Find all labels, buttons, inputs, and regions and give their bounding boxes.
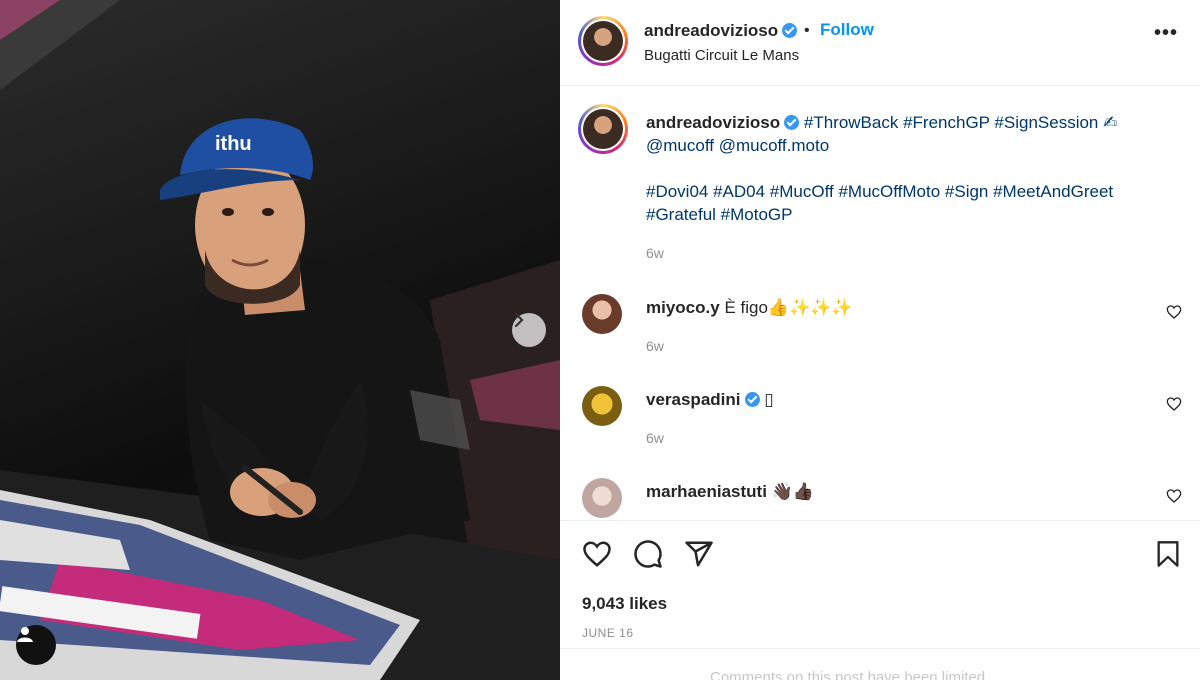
heart-icon[interactable] [1166, 396, 1182, 412]
caption-hashtags-1[interactable]: #ThrowBack #FrenchGP #SignSession ✍ [804, 113, 1117, 132]
share-icon[interactable] [684, 539, 714, 569]
verified-icon [744, 392, 760, 407]
photo-illustration: ithu [0, 0, 560, 680]
comment-avatar[interactable] [582, 386, 622, 426]
comment-text: marhaeniastuti 👋🏿👍🏿 [646, 482, 814, 502]
caption-mentions[interactable]: @mucoff @mucoff.moto [646, 134, 1176, 157]
comment-icon[interactable] [633, 539, 663, 569]
post-actions: 9,043 likes JUNE 16 Comments on this pos… [560, 520, 1200, 680]
comment-bar: Comments on this post have been limited. [560, 648, 1200, 680]
post-header: andreadovizioso • Follow Bugatti Circuit… [560, 0, 1200, 86]
post-panel: andreadovizioso • Follow Bugatti Circuit… [560, 0, 1200, 680]
comment-timestamp[interactable]: 6w [646, 430, 664, 446]
comments-limited-notice: Comments on this post have been limited. [710, 669, 990, 680]
post-caption: andreadovizioso #ThrowBack #FrenchGP #Si… [646, 111, 1176, 226]
svg-text:ithu: ithu [215, 133, 252, 155]
heart-icon[interactable] [1166, 488, 1182, 504]
chevron-right-icon [514, 313, 524, 327]
post-date[interactable]: JUNE 16 [582, 626, 634, 640]
comment-body: 👋🏿👍🏿 [771, 482, 815, 501]
comment-text: veraspadini ▯ [646, 390, 774, 410]
next-photo-button[interactable] [512, 313, 546, 347]
person-tag-icon [17, 627, 33, 642]
caption-timestamp[interactable]: 6w [646, 245, 664, 261]
separator-dot: • [804, 22, 810, 39]
author-username[interactable]: andreadovizioso [644, 21, 798, 41]
caption-hashtags-2[interactable]: #Dovi04 #AD04 #MucOff #MucOffMoto #Sign … [646, 180, 1176, 203]
comment-avatar[interactable] [582, 478, 622, 518]
comment-item: marhaeniastuti 👋🏿👍🏿 [560, 478, 1200, 518]
more-icon[interactable]: ••• [1154, 22, 1178, 45]
bookmark-icon[interactable] [1154, 539, 1182, 569]
comment-text: miyoco.y È figo👍✨✨✨ [646, 298, 853, 318]
likes-count[interactable]: 9,043 likes [582, 594, 667, 614]
heart-icon[interactable] [1166, 304, 1182, 320]
follow-button[interactable]: Follow [820, 20, 874, 40]
author-avatar[interactable] [578, 16, 628, 66]
comment-body: ▯ [764, 390, 774, 409]
caption-hashtags-3[interactable]: #Grateful #MotoGP [646, 203, 1176, 226]
comment-body: È figo👍✨✨✨ [724, 298, 853, 317]
comment-username[interactable]: marhaeniastuti [646, 482, 767, 501]
heart-icon[interactable] [582, 539, 612, 569]
comment-timestamp[interactable]: 6w [646, 338, 664, 354]
post-photo[interactable]: ithu [0, 0, 560, 680]
tagged-people-button[interactable] [16, 625, 56, 665]
verified-icon [784, 115, 800, 130]
comment-username[interactable]: veraspadini [646, 390, 741, 409]
caption-username[interactable]: andreadovizioso [646, 113, 780, 132]
caption-author-avatar[interactable] [578, 104, 628, 154]
verified-icon [782, 23, 798, 38]
location-link[interactable]: Bugatti Circuit Le Mans [644, 47, 799, 64]
comment-username[interactable]: miyoco.y [646, 298, 720, 317]
comment-item: miyoco.y È figo👍✨✨✨ 6w [560, 294, 1200, 374]
comment-item: veraspadini ▯ 6w [560, 386, 1200, 466]
comment-avatar[interactable] [582, 294, 622, 334]
